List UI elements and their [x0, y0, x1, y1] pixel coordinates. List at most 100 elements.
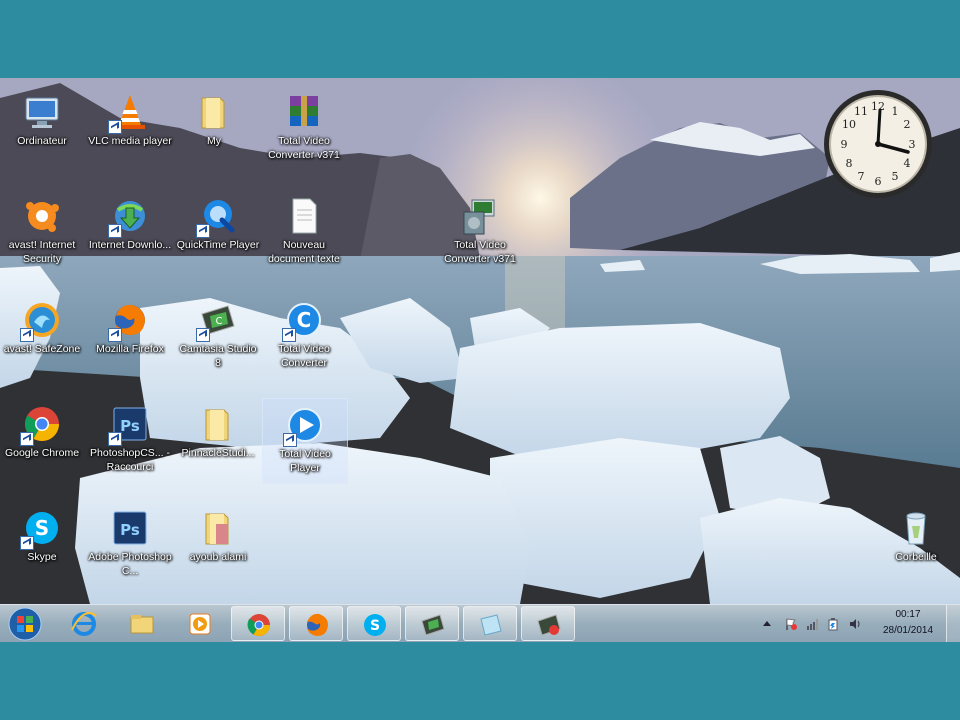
icon-label: Internet Downlo... [88, 239, 172, 251]
icon-label: Adobe Photoshop C... [88, 551, 172, 577]
folder-icon [194, 92, 234, 132]
desktop-icon-google-chrome[interactable]: Google Chrome [0, 398, 84, 482]
icon-label: QuickTime Player [176, 239, 260, 251]
notepad-icon [480, 614, 502, 636]
show-desktop-button[interactable] [946, 605, 960, 642]
chrome-icon [247, 614, 270, 636]
firefox-icon [307, 613, 328, 636]
quicktime-icon [196, 196, 238, 238]
recycle-bin-icon [896, 508, 936, 548]
taskbar-firefox[interactable] [289, 606, 343, 641]
show-hidden-icons-icon[interactable] [760, 617, 774, 631]
taskbar-media-player[interactable] [173, 606, 227, 641]
chrome-icon [20, 404, 62, 446]
svg-text:7: 7 [858, 170, 865, 183]
icon-label: Ordinateur [17, 135, 67, 147]
taskbar-google-chrome[interactable] [231, 606, 285, 641]
winrar-archive-icon [284, 92, 324, 132]
icon-label: Camtasia Studio 8 [179, 343, 257, 369]
icon-label: avast! SafeZone [3, 343, 81, 355]
desktop-icon-ordinateur[interactable]: Ordinateur [0, 86, 84, 170]
desktop-icon-mozilla-firefox[interactable]: Mozilla Firefox [88, 294, 172, 378]
camtasia-recorder-icon [537, 614, 561, 636]
desktop-icon-avast-safezone[interactable]: avast! SafeZone [0, 294, 84, 378]
computer-icon [22, 92, 62, 132]
desktop-icon-total-video-converter[interactable]: C Total Video Converter [262, 294, 346, 378]
taskbar-windows-explorer[interactable] [115, 606, 169, 641]
taskbar-camtasia[interactable] [405, 606, 459, 641]
svg-text:8: 8 [846, 157, 853, 170]
desktop-icon-pinnacle-studio[interactable]: PinnacleStudi... [176, 398, 260, 482]
taskbar-camtasia-recorder[interactable] [521, 606, 575, 641]
icon-label: My [207, 135, 221, 147]
icon-label: PhotoshopCS... - Raccourci [90, 447, 170, 473]
desktop-icon-internet-download[interactable]: Internet Downlo... [88, 190, 172, 274]
system-tray [758, 605, 868, 642]
icon-label: Mozilla Firefox [96, 343, 164, 355]
start-button[interactable] [4, 606, 46, 642]
text-document-icon [284, 196, 324, 236]
svg-text:10: 10 [842, 118, 856, 131]
avast-safezone-icon [20, 300, 62, 342]
video-frame-top [0, 0, 960, 78]
desktop-icon-vlc[interactable]: VLC media player [88, 86, 172, 170]
action-center-flag-icon[interactable] [784, 617, 798, 631]
desktop-icon-total-video-converter-setup[interactable]: Total Video Converter v371 [438, 190, 522, 274]
taskbar-skype[interactable]: S [347, 606, 401, 641]
video-frame-bottom [0, 642, 960, 720]
desktop-icon-ayoub-alami[interactable]: ayoub alami [176, 502, 260, 586]
taskbar: S 00:17 28/01/2014 [0, 604, 960, 642]
svg-text:Ps: Ps [120, 417, 140, 435]
svg-text:Ps: Ps [120, 521, 140, 539]
icon-label: ayoub alami [189, 551, 247, 563]
svg-text:6: 6 [875, 175, 882, 188]
photoshop-icon: Ps [110, 508, 150, 548]
desktop-icon-photoshop-raccourci[interactable]: Ps PhotoshopCS... - Raccourci [88, 398, 172, 482]
desktop-icon-total-video-player[interactable]: Total Video Player [262, 398, 348, 484]
taskbar-notepad[interactable] [463, 606, 517, 641]
desktop-icon-corbeille[interactable]: Corbeille [874, 502, 958, 586]
svg-text:S: S [35, 516, 49, 540]
desktop-icon-my[interactable]: My [172, 86, 256, 170]
skype-icon: S [20, 508, 62, 550]
windows-logo-icon [8, 607, 42, 641]
svg-text:2: 2 [904, 118, 911, 131]
icon-label: PinnacleStudi... [181, 447, 255, 459]
svg-text:C: C [297, 308, 312, 332]
folder-icon [130, 615, 154, 634]
icon-label: VLC media player [88, 135, 172, 147]
desktop-icon-nouveau-document-texte[interactable]: Nouveau document texte [262, 190, 346, 274]
user-folder-icon [198, 508, 238, 548]
desktop-icon-total-video-converter-v371[interactable]: Total Video Converter v371 [262, 86, 346, 170]
firefox-icon [108, 300, 150, 342]
svg-text:C: C [216, 316, 223, 327]
desktop-screen: Ordinateur avast! Internet Security avas… [0, 78, 960, 642]
desktop-icon-quicktime-player[interactable]: QuickTime Player [176, 190, 260, 274]
taskbar-internet-explorer[interactable] [57, 606, 111, 641]
taskbar-clock-date[interactable]: 28/01/2014 [872, 625, 944, 636]
folder-icon [198, 404, 238, 444]
network-icon[interactable] [806, 617, 820, 631]
desktop-icon-adobe-photoshop[interactable]: Ps Adobe Photoshop C... [88, 502, 172, 586]
internet-explorer-icon [71, 612, 97, 636]
volume-icon[interactable] [848, 617, 862, 631]
media-player-icon [189, 613, 211, 635]
camtasia-icon: C [196, 300, 238, 342]
desktop-icon-camtasia-studio[interactable]: C Camtasia Studio 8 [176, 294, 260, 378]
installer-icon [460, 196, 500, 236]
icon-label: Total Video Converter v371 [268, 135, 340, 161]
icon-label: avast! Internet Security [8, 239, 76, 265]
taskbar-clock-time[interactable]: 00:17 [872, 609, 944, 620]
svg-text:3: 3 [909, 138, 916, 151]
power-battery-icon[interactable] [826, 617, 840, 631]
clock-gadget[interactable]: 12 12 345 678 91011 [822, 88, 934, 200]
icon-label: Total Video Converter [278, 343, 330, 369]
total-video-converter-icon: C [282, 300, 324, 342]
internet-download-manager-icon [108, 196, 150, 238]
icon-label: Google Chrome [4, 447, 80, 459]
svg-text:5: 5 [892, 170, 899, 183]
svg-text:1: 1 [892, 105, 899, 118]
camtasia-icon [421, 614, 445, 636]
desktop-icon-skype[interactable]: S Skype [0, 502, 84, 586]
desktop-icon-avast-internet-security[interactable]: avast! Internet Security [0, 190, 84, 274]
